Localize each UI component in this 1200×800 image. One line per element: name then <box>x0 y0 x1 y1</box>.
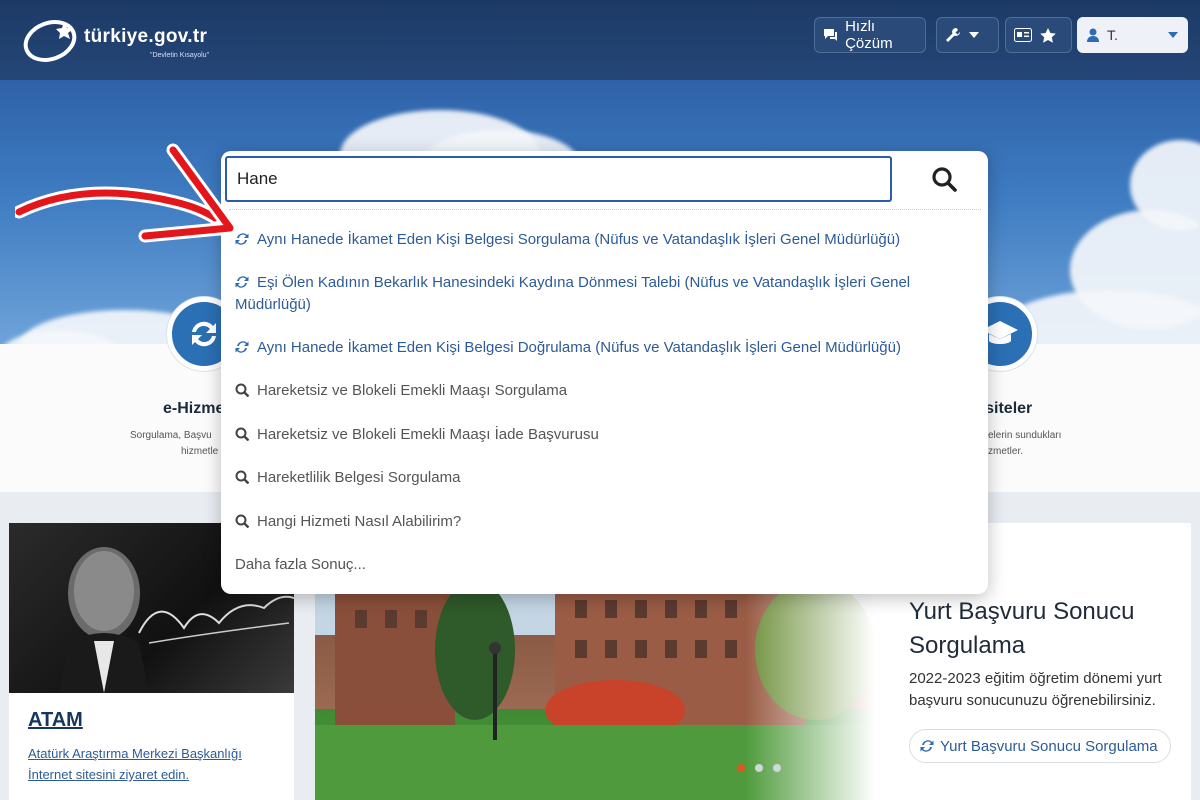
red-arrow-annotation <box>15 143 237 243</box>
user-name: T. <box>1107 27 1118 43</box>
carousel-dot[interactable] <box>773 764 781 772</box>
search-icon <box>235 470 249 484</box>
refresh-icon <box>920 740 934 752</box>
id-card-icon <box>1014 28 1032 42</box>
search-result-text: Aynı Hanede İkamet Eden Kişi Belgesi Doğ… <box>257 339 901 356</box>
campus-image <box>315 560 875 800</box>
quick-solution-button[interactable]: Hızlı Çözüm <box>814 17 926 53</box>
refresh-icon <box>235 341 249 353</box>
yurt-description: 2022-2023 eğitim öğretim dönemi yurt baş… <box>909 670 1162 709</box>
more-results-link[interactable]: Daha fazla Sonuç... <box>235 554 915 576</box>
search-autocomplete-panel: Aynı Hanede İkamet Eden Kişi Belgesi Sor… <box>221 151 988 594</box>
search-result-text: Hareketlilik Belgesi Sorgulama <box>257 469 461 486</box>
search-result-text: Hangi Hizmeti Nasıl Alabilirim? <box>257 513 462 530</box>
quick-solution-label: Hızlı Çözüm <box>845 18 893 52</box>
turkiye-gov-logo[interactable]: türkiye.gov.tr "Devletin Kısayolu" <box>22 14 222 64</box>
search-result-item[interactable]: Hareketsiz ve Blokeli Emekli Maaşı Sorgu… <box>235 380 915 402</box>
yurt-query-label: Yurt Başvuru Sonucu Sorgulama <box>940 737 1158 755</box>
atam-title-link[interactable]: ATAM <box>28 709 83 732</box>
e-services-desc-line1: Sorgulama, Başvu <box>130 430 212 441</box>
chat-icon <box>824 29 838 41</box>
search-result-item[interactable]: Hareketlilik Belgesi Sorgulama <box>235 467 915 489</box>
search-icon <box>932 167 957 192</box>
user-icon <box>1087 28 1099 42</box>
logo-slogan: "Devletin Kısayolu" <box>150 52 210 59</box>
search-result-text: Eşi Ölen Kadının Bekarlık Hanesindeki Ka… <box>235 274 911 313</box>
refresh-icon <box>235 276 249 288</box>
campus-photo <box>315 560 875 800</box>
search-divider <box>229 209 981 210</box>
search-input[interactable] <box>225 156 892 202</box>
yurt-query-button[interactable]: Yurt Başvuru Sonucu Sorgulama <box>909 729 1171 763</box>
search-result-text: Aynı Hanede İkamet Eden Kişi Belgesi Sor… <box>257 231 901 248</box>
atam-site-link[interactable]: Atatürk Araştırma Merkezi Başkanlığı İnt… <box>28 743 278 785</box>
search-icon <box>235 383 249 397</box>
refresh-icon <box>192 321 216 347</box>
carousel-dot-active[interactable] <box>737 764 745 772</box>
search-button[interactable] <box>916 157 972 201</box>
search-result-item[interactable]: Aynı Hanede İkamet Eden Kişi Belgesi Sor… <box>235 229 915 251</box>
top-header: türkiye.gov.tr "Devletin Kısayolu" Hızlı… <box>0 0 1200 80</box>
logo-text: türkiye.gov.tr <box>84 26 208 47</box>
tools-dropdown-button[interactable] <box>936 17 999 53</box>
carousel-dot[interactable] <box>755 764 763 772</box>
search-result-text: Hareketsiz ve Blokeli Emekli Maaşı İade … <box>257 426 599 443</box>
search-icon <box>235 514 249 528</box>
logo-swoosh-icon <box>23 20 77 62</box>
search-result-text: Hareketsiz ve Blokeli Emekli Maaşı Sorgu… <box>257 382 568 399</box>
favorites-button[interactable] <box>1005 17 1072 53</box>
universities-desc-line1: elerin sundukları <box>988 430 1062 441</box>
e-services-title: e-Hizme <box>163 400 225 417</box>
chevron-down-icon <box>1168 32 1178 38</box>
search-result-item[interactable]: Hareketsiz ve Blokeli Emekli Maaşı İade … <box>235 424 915 446</box>
wrench-icon <box>946 28 960 42</box>
e-services-desc-line2: hizmetle <box>181 446 219 457</box>
universities-desc-line2: zmetler. <box>988 446 1024 457</box>
star-icon <box>1040 27 1056 43</box>
search-result-item[interactable]: Hangi Hizmeti Nasıl Alabilirim? <box>235 511 915 533</box>
search-result-item[interactable]: Eşi Ölen Kadının Bekarlık Hanesindeki Ka… <box>235 272 915 316</box>
chevron-down-icon <box>969 32 979 38</box>
search-result-item[interactable]: Aynı Hanede İkamet Eden Kişi Belgesi Doğ… <box>235 337 915 359</box>
yurt-title: Yurt Başvuru Sonucu Sorgulama <box>909 598 1135 659</box>
user-menu-button[interactable]: T. <box>1077 17 1188 53</box>
search-icon <box>235 427 249 441</box>
